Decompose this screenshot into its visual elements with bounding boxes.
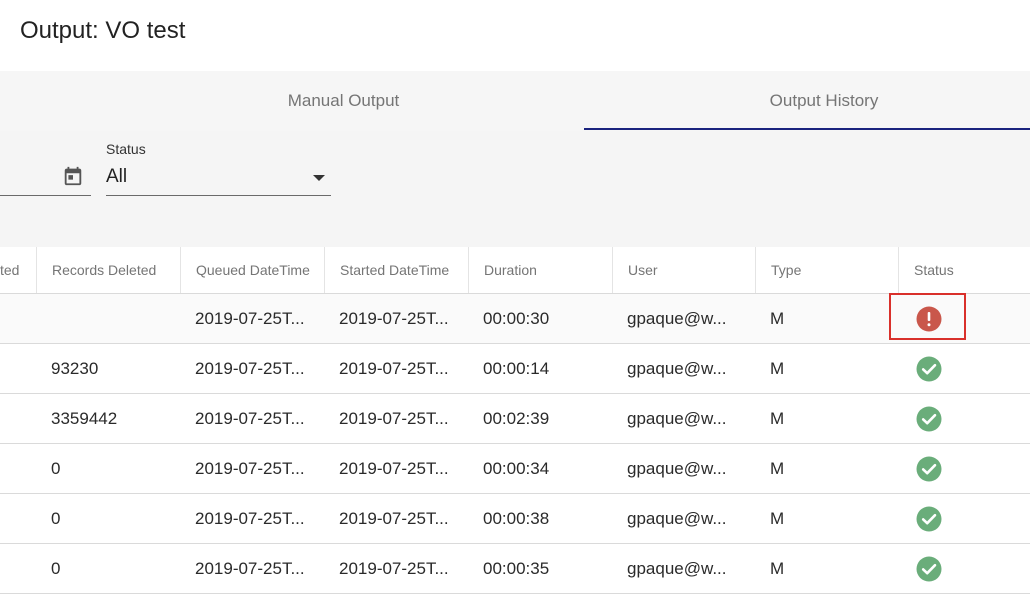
cell-started-datetime: 2019-07-25T... [339, 409, 449, 428]
table-row[interactable]: 2019-07-25T... 2019-07-25T... 00:00:30 g… [0, 294, 1030, 344]
caret-down-icon [313, 175, 325, 181]
column-header-records-deleted[interactable]: Records Deleted [36, 247, 180, 293]
cell-records-deleted: 93230 [51, 359, 99, 378]
column-header-truncated[interactable]: ted [0, 247, 36, 293]
table-header: ted Records Deleted Queued DateTime Star… [0, 247, 1030, 294]
tab-manual-output[interactable]: Manual Output [103, 71, 584, 131]
cell-duration: 00:00:38 [483, 509, 550, 528]
cell-type: M [770, 509, 785, 528]
status-select-value: All [106, 166, 128, 187]
success-check-icon[interactable] [916, 506, 942, 532]
calendar-icon[interactable] [62, 165, 84, 187]
cell-started-datetime: 2019-07-25T... [339, 559, 449, 578]
cell-duration: 00:00:30 [483, 309, 550, 328]
cell-started-datetime: 2019-07-25T... [339, 459, 449, 478]
cell-type: M [770, 409, 785, 428]
page-title: Output: VO test [20, 17, 186, 44]
status-select-underline [106, 195, 331, 196]
cell-queued-datetime: 2019-07-25T... [195, 359, 305, 378]
cell-started-datetime: 2019-07-25T... [339, 509, 449, 528]
cell-user: gpaque@w... [627, 559, 727, 578]
cell-type: M [770, 459, 785, 478]
column-header-started-datetime[interactable]: Started DateTime [324, 247, 468, 293]
cell-duration: 00:00:35 [483, 559, 550, 578]
cell-queued-datetime: 2019-07-25T... [195, 559, 305, 578]
cell-type: M [770, 359, 785, 378]
cell-user: gpaque@w... [627, 359, 727, 378]
column-header-user[interactable]: User [612, 247, 755, 293]
status-select-label: Status [106, 141, 146, 157]
table-row[interactable]: 0 2019-07-25T... 2019-07-25T... 00:00:38… [0, 494, 1030, 544]
success-check-icon[interactable] [916, 406, 942, 432]
cell-user: gpaque@w... [627, 509, 727, 528]
table-row[interactable]: 3359442 2019-07-25T... 2019-07-25T... 00… [0, 394, 1030, 444]
table-row[interactable]: 0 2019-07-25T... 2019-07-25T... 00:00:35… [0, 544, 1030, 594]
cell-records-deleted: 0 [51, 559, 61, 578]
cell-records-deleted: 0 [51, 509, 61, 528]
success-check-icon[interactable] [916, 356, 942, 382]
cell-duration: 00:00:34 [483, 459, 550, 478]
tab-bar: Manual Output Output History [0, 71, 1030, 132]
table-row[interactable]: 0 2019-07-25T... 2019-07-25T... 00:00:34… [0, 444, 1030, 494]
cell-queued-datetime: 2019-07-25T... [195, 509, 305, 528]
cell-queued-datetime: 2019-07-25T... [195, 459, 305, 478]
cell-type: M [770, 559, 785, 578]
table-row[interactable]: 93230 2019-07-25T... 2019-07-25T... 00:0… [0, 344, 1030, 394]
cell-duration: 00:00:14 [483, 359, 550, 378]
success-check-icon[interactable] [916, 456, 942, 482]
success-check-icon[interactable] [916, 556, 942, 582]
cell-user: gpaque@w... [627, 309, 727, 328]
cell-records-deleted: 3359442 [51, 409, 118, 428]
cell-type: M [770, 309, 785, 328]
cell-user: gpaque@w... [627, 409, 727, 428]
cell-queued-datetime: 2019-07-25T... [195, 309, 305, 328]
cell-records-deleted [36, 294, 180, 343]
cell-queued-datetime: 2019-07-25T... [195, 409, 305, 428]
column-header-type[interactable]: Type [755, 247, 898, 293]
column-header-status[interactable]: Status [898, 247, 1030, 293]
column-header-duration[interactable]: Duration [468, 247, 612, 293]
error-icon[interactable] [916, 306, 942, 332]
cell-user: gpaque@w... [627, 459, 727, 478]
date-field-underline [0, 195, 91, 196]
tab-output-history[interactable]: Output History [584, 71, 1030, 131]
output-history-table: ted Records Deleted Queued DateTime Star… [0, 247, 1030, 594]
cell-duration: 00:02:39 [483, 409, 550, 428]
column-header-queued-datetime[interactable]: Queued DateTime [180, 247, 324, 293]
cell-records-deleted: 0 [51, 459, 61, 478]
status-select[interactable]: Status All [106, 131, 331, 197]
filter-bar: Status All [0, 131, 1030, 247]
cell-started-datetime: 2019-07-25T... [339, 309, 449, 328]
cell-started-datetime: 2019-07-25T... [339, 359, 449, 378]
active-tab-indicator [584, 128, 1030, 130]
